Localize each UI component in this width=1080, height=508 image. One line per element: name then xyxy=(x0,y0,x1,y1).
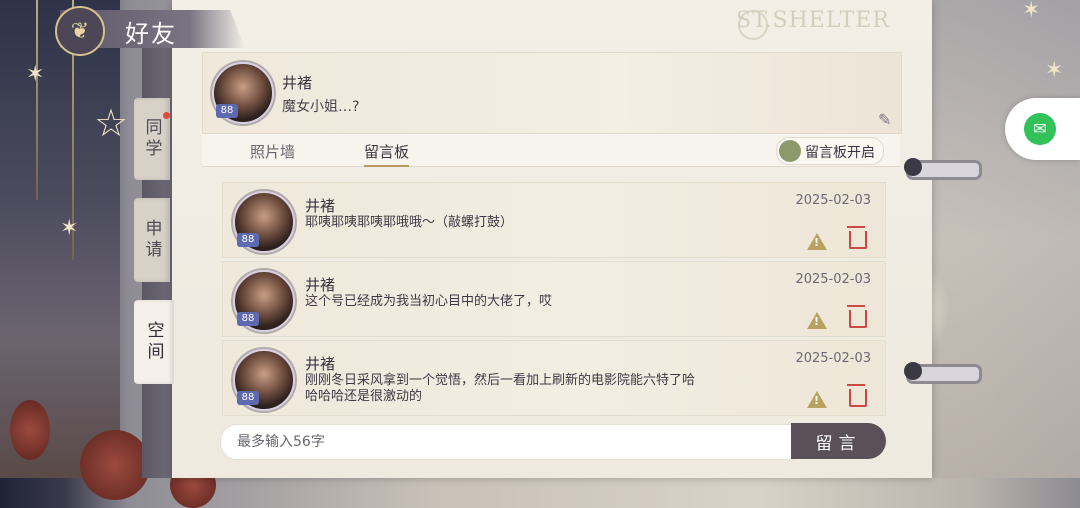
trash-icon[interactable] xyxy=(847,384,867,407)
message-author: 井褚 xyxy=(305,276,336,294)
message-item: 88 井褚 耶咦耶咦耶咦耶哦哦～（敲螺打鼓） 2025-02-03 ! xyxy=(222,182,886,258)
notification-dot xyxy=(163,112,170,119)
side-tab-classmates[interactable]: 同学 xyxy=(134,98,170,180)
message-item: 88 井褚 这个号已经成为我当初心目中的大佬了，哎 2025-02-03 ! xyxy=(222,261,886,337)
binder-ring-pin xyxy=(904,362,922,380)
message-date: 2025-02-03 xyxy=(795,193,871,208)
message-input-bar xyxy=(220,424,794,460)
message-date: 2025-02-03 xyxy=(795,351,871,366)
profile-card xyxy=(202,52,902,134)
trash-icon[interactable] xyxy=(847,305,867,328)
edit-icon[interactable]: ✎ xyxy=(878,110,896,129)
side-tab-space[interactable]: 空间 xyxy=(134,300,174,384)
star-decor-icon: ✶ xyxy=(1022,0,1041,23)
message-text: 这个号已经成为我当初心目中的大佬了，哎 xyxy=(305,294,553,309)
star-decor-icon: ✶ xyxy=(1045,58,1064,83)
profile-status: 魔女小姐…? xyxy=(282,99,360,115)
tab-message-board[interactable]: 留言板 xyxy=(364,141,410,167)
level-badge: 88 xyxy=(237,233,259,247)
side-tab-requests[interactable]: 申请 xyxy=(134,198,170,282)
message-date: 2025-02-03 xyxy=(795,272,871,287)
warning-icon[interactable]: ! xyxy=(807,391,827,408)
trash-icon[interactable] xyxy=(847,226,867,249)
send-message-button[interactable]: 留言 xyxy=(791,423,886,459)
star-decor-icon: ☆ xyxy=(94,101,129,145)
warning-icon[interactable]: ! xyxy=(807,233,827,250)
decor-chain xyxy=(36,0,38,200)
level-badge: 88 xyxy=(237,391,259,405)
rose-decor xyxy=(80,430,150,500)
level-badge: 88 xyxy=(216,104,238,118)
wechat-icon: ✉ xyxy=(1024,113,1056,145)
star-decor-icon: ✶ xyxy=(26,62,45,87)
binder-ring-pin xyxy=(904,158,922,176)
tab-photo-wall[interactable]: 照片墙 xyxy=(250,141,295,162)
page-title: 好友 xyxy=(125,20,177,48)
brand-name: ST.SHELTER xyxy=(736,8,890,33)
message-author: 井褚 xyxy=(305,355,336,373)
rose-decor xyxy=(10,400,50,460)
butterfly-emblem-icon: ❦ xyxy=(55,6,105,56)
board-toggle[interactable]: 留言板开启 xyxy=(776,137,884,165)
message-input[interactable] xyxy=(235,433,759,451)
star-decor-icon: ✶ xyxy=(60,216,79,241)
message-text: 刚刚冬日采风拿到一个觉悟，然后一看加上刷新的电影院能六特了哈哈哈哈还是很激动的 xyxy=(305,373,696,404)
wechat-share-button[interactable]: ✉ xyxy=(1005,98,1080,160)
warning-icon[interactable]: ! xyxy=(807,312,827,329)
level-badge: 88 xyxy=(237,312,259,326)
profile-name: 井褚 xyxy=(282,74,313,92)
message-text: 耶咦耶咦耶咦耶哦哦～（敲螺打鼓） xyxy=(305,215,514,230)
toggle-knob xyxy=(779,140,801,162)
toggle-label: 留言板开启 xyxy=(805,145,875,161)
message-author: 井褚 xyxy=(305,197,336,215)
message-item: 88 井褚 刚刚冬日采风拿到一个觉悟，然后一看加上刷新的电影院能六特了哈哈哈哈还… xyxy=(222,340,886,416)
